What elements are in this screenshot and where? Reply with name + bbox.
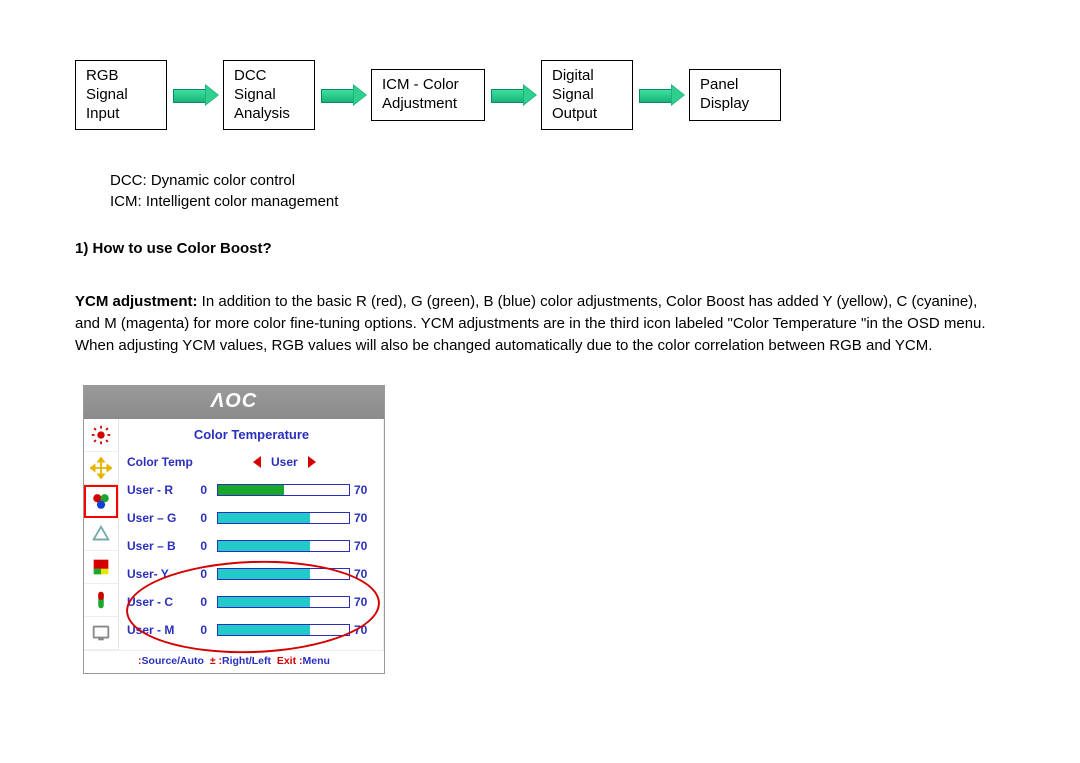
osd-slider-row[interactable]: User - R0 70 bbox=[127, 476, 376, 504]
flow-box-dcc: DCCSignalAnalysis bbox=[223, 60, 315, 130]
note-icm: ICM: Intelligent color management bbox=[110, 191, 1005, 212]
footer-val: Menu bbox=[303, 655, 330, 667]
picture-boost-icon[interactable] bbox=[84, 551, 118, 584]
para-lead: YCM adjustment: bbox=[75, 293, 198, 310]
position-icon[interactable] bbox=[84, 452, 118, 485]
osd-slider-row[interactable]: User- Y0 70 bbox=[127, 560, 376, 588]
osd-slider-row[interactable]: User - C0 70 bbox=[127, 588, 376, 616]
flow-box-label: DigitalSignalOutput bbox=[552, 67, 597, 122]
slider-min: 0 bbox=[193, 567, 207, 581]
slider-track[interactable] bbox=[217, 512, 350, 524]
right-arrow-icon[interactable] bbox=[308, 456, 316, 468]
slider-max: 70 bbox=[354, 595, 376, 609]
slider-min: 0 bbox=[193, 483, 207, 497]
slider-max: 70 bbox=[354, 483, 376, 497]
arrow-icon bbox=[637, 84, 685, 106]
color-temp-icon[interactable] bbox=[84, 485, 118, 518]
slider-label: User - C bbox=[127, 595, 193, 609]
flow-box-label: RGBSignalInput bbox=[86, 67, 128, 122]
flow-box-rgb-input: RGBSignalInput bbox=[75, 60, 167, 130]
setup-icon[interactable] bbox=[84, 584, 118, 617]
slider-track[interactable] bbox=[217, 540, 350, 552]
slider-max: 70 bbox=[354, 539, 376, 553]
left-arrow-icon[interactable] bbox=[253, 456, 261, 468]
slider-track[interactable] bbox=[217, 624, 350, 636]
brightness-icon[interactable] bbox=[84, 419, 118, 452]
flow-box-panel-display: PanelDisplay bbox=[689, 69, 781, 121]
slider-min: 0 bbox=[193, 511, 207, 525]
flow-box-icm: ICM - ColorAdjustment bbox=[371, 69, 485, 121]
para-body: In addition to the basic R (red), G (gre… bbox=[75, 293, 986, 354]
footer-key: ± : bbox=[210, 655, 222, 667]
flow-box-label: ICM - ColorAdjustment bbox=[382, 76, 459, 112]
slider-label: User – B bbox=[127, 539, 193, 553]
slider-track[interactable] bbox=[217, 484, 350, 496]
osd-panel: ΛOC bbox=[83, 385, 385, 674]
osd-mode-label: Color Temp bbox=[127, 455, 193, 469]
osd-footer: :Source/Auto ± :Right/Left Exit :Menu bbox=[84, 650, 384, 673]
slider-max: 70 bbox=[354, 567, 376, 581]
signal-flow-diagram: RGBSignalInput DCCSignalAnalysis ICM - C… bbox=[75, 60, 1005, 130]
slider-min: 0 bbox=[193, 595, 207, 609]
slider-label: User - M bbox=[127, 623, 193, 637]
slider-track[interactable] bbox=[217, 596, 350, 608]
footer-val: Right/Left bbox=[222, 655, 271, 667]
osd-slider-row[interactable]: User - M0 70 bbox=[127, 616, 376, 644]
slider-min: 0 bbox=[193, 539, 207, 553]
arrow-icon bbox=[319, 84, 367, 106]
osd-slider-row[interactable]: User – G0 70 bbox=[127, 504, 376, 532]
flow-box-label: PanelDisplay bbox=[700, 76, 749, 112]
color-boost-icon[interactable] bbox=[84, 518, 118, 551]
osd-icon-column bbox=[84, 419, 119, 650]
osd-subtitle: Color Temperature bbox=[127, 425, 376, 448]
ycm-paragraph: YCM adjustment: In addition to the basic… bbox=[75, 291, 1005, 356]
osd-slider-row[interactable]: User – B0 70 bbox=[127, 532, 376, 560]
slider-label: User - R bbox=[127, 483, 193, 497]
note-dcc: DCC: Dynamic color control bbox=[110, 170, 1005, 191]
osd-mode-row[interactable]: Color Temp User bbox=[127, 448, 376, 476]
osd-brand: ΛOC bbox=[84, 386, 384, 419]
extra-icon[interactable] bbox=[84, 617, 118, 650]
flow-box-digital-output: DigitalSignalOutput bbox=[541, 60, 633, 130]
arrow-icon bbox=[489, 84, 537, 106]
section-heading: 1) How to use Color Boost? bbox=[75, 240, 1005, 257]
footer-val: Source/Auto bbox=[142, 655, 204, 667]
slider-max: 70 bbox=[354, 511, 376, 525]
slider-label: User- Y bbox=[127, 567, 193, 581]
arrow-icon bbox=[171, 84, 219, 106]
osd-mode-value: User bbox=[271, 455, 298, 469]
flow-box-label: DCCSignalAnalysis bbox=[234, 67, 290, 122]
slider-label: User – G bbox=[127, 511, 193, 525]
slider-track[interactable] bbox=[217, 568, 350, 580]
footer-key: Exit : bbox=[277, 655, 303, 667]
slider-min: 0 bbox=[193, 623, 207, 637]
slider-max: 70 bbox=[354, 623, 376, 637]
acronym-notes: DCC: Dynamic color control ICM: Intellig… bbox=[110, 170, 1005, 212]
